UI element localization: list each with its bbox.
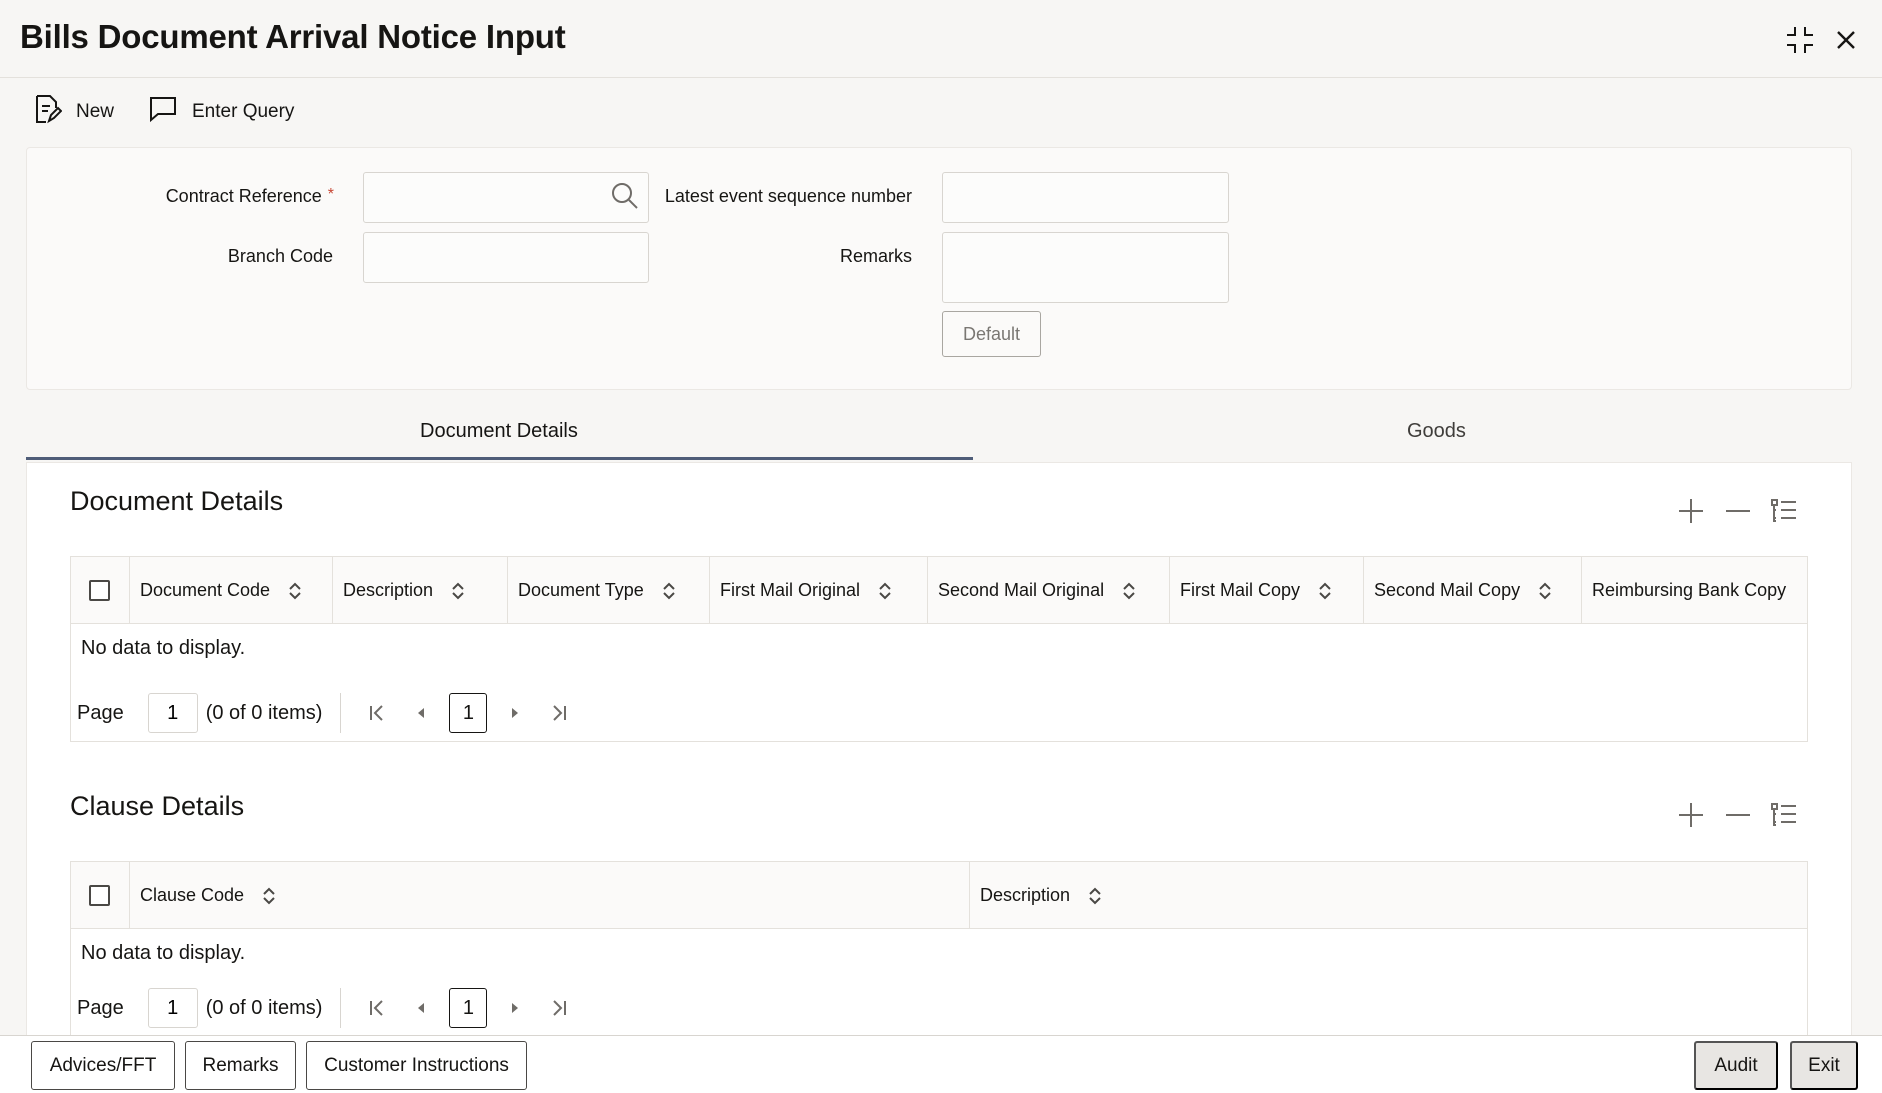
sort-icon[interactable]: [1088, 886, 1102, 906]
items-count: (0 of 0 items): [205, 996, 323, 1019]
sort-icon[interactable]: [1318, 581, 1332, 601]
contract-reference-input[interactable]: [363, 172, 649, 223]
collapse-icon[interactable]: [1782, 22, 1818, 58]
enter-query-button[interactable]: Enter Query: [148, 94, 294, 130]
column-header[interactable]: First Mail Copy: [1169, 557, 1363, 624]
tab-goods[interactable]: Goods: [1407, 420, 1466, 443]
tab-document-details[interactable]: Document Details: [420, 420, 578, 443]
select-all-checkbox[interactable]: [89, 885, 110, 906]
delete-row-icon[interactable]: [1719, 796, 1757, 834]
current-page-button[interactable]: 1: [449, 988, 488, 1028]
sort-icon[interactable]: [451, 581, 465, 601]
exit-button[interactable]: Exit: [1790, 1041, 1858, 1090]
sort-icon[interactable]: [662, 581, 676, 601]
column-header[interactable]: Document Code: [129, 557, 332, 624]
next-page-icon[interactable]: [499, 693, 531, 733]
new-document-icon: [34, 94, 63, 130]
branch-code-label: Branch Code: [227, 246, 333, 266]
new-button[interactable]: New: [34, 94, 114, 130]
remarks-label: Remarks: [839, 246, 912, 266]
contract-reference-label: Contract Reference *: [165, 186, 334, 206]
page-title: Bills Document Arrival Notice Input: [20, 18, 566, 55]
add-row-icon[interactable]: [1672, 796, 1710, 834]
comment-icon: [148, 95, 178, 129]
sort-icon[interactable]: [262, 886, 276, 906]
active-tab-indicator: [26, 457, 973, 460]
select-all-checkbox[interactable]: [89, 580, 110, 601]
column-header[interactable]: Second Mail Original: [927, 557, 1169, 624]
divider: [340, 988, 342, 1028]
current-page-button[interactable]: 1: [449, 693, 488, 733]
remarks-button[interactable]: Remarks: [185, 1041, 296, 1090]
audit-button[interactable]: Audit: [1694, 1041, 1778, 1090]
clause-details-grid: Clause Code Description No data to displ…: [70, 861, 1808, 1041]
no-data-message: No data to display.: [81, 942, 246, 964]
grid-header: Clause Code Description: [71, 862, 1807, 929]
last-page-icon[interactable]: [543, 693, 575, 733]
latest-event-seq-label: Latest event sequence number: [664, 186, 912, 206]
sort-icon[interactable]: [1122, 581, 1136, 601]
add-row-icon[interactable]: [1672, 492, 1710, 530]
form-panel: [26, 147, 1852, 390]
sort-icon[interactable]: [878, 581, 892, 601]
close-icon[interactable]: [1828, 22, 1864, 58]
latest-event-seq-input[interactable]: [942, 172, 1229, 223]
required-marker: *: [327, 186, 334, 203]
default-button[interactable]: Default: [942, 311, 1041, 357]
pagination: Page (0 of 0 items) 1: [77, 988, 587, 1028]
previous-page-icon[interactable]: [405, 988, 437, 1028]
enter-query-label: Enter Query: [192, 101, 295, 122]
column-header[interactable]: Reimbursing Bank Copy: [1581, 557, 1807, 624]
column-header[interactable]: Clause Code: [129, 862, 969, 929]
first-page-icon[interactable]: [361, 693, 393, 733]
customer-instructions-button[interactable]: Customer Instructions: [306, 1041, 527, 1090]
grid-header: Document Code Description Document Type …: [71, 557, 1807, 624]
column-header[interactable]: Second Mail Copy: [1363, 557, 1581, 624]
sort-icon[interactable]: [1538, 581, 1552, 601]
document-details-grid: Document Code Description Document Type …: [70, 556, 1808, 742]
pagination: Page (0 of 0 items) 1: [77, 693, 587, 733]
list-view-icon[interactable]: [1765, 492, 1803, 530]
divider: [340, 693, 342, 733]
last-page-icon[interactable]: [543, 988, 575, 1028]
advices-fft-button[interactable]: Advices/FFT: [31, 1041, 175, 1090]
sort-icon[interactable]: [288, 581, 302, 601]
page-number-input[interactable]: [147, 988, 198, 1028]
remarks-textarea[interactable]: [942, 232, 1229, 303]
column-header[interactable]: Document Type: [507, 557, 709, 624]
list-view-icon[interactable]: [1765, 796, 1803, 834]
new-label: New: [76, 101, 115, 122]
first-page-icon[interactable]: [361, 988, 393, 1028]
next-page-icon[interactable]: [499, 988, 531, 1028]
column-header[interactable]: First Mail Original: [709, 557, 927, 624]
previous-page-icon[interactable]: [405, 693, 437, 733]
column-header[interactable]: Description: [969, 862, 1807, 929]
document-details-title: Document Details: [70, 486, 284, 516]
page-label: Page: [77, 996, 124, 1019]
items-count: (0 of 0 items): [205, 701, 323, 724]
delete-row-icon[interactable]: [1719, 492, 1757, 530]
clause-details-title: Clause Details: [70, 791, 245, 821]
page-label: Page: [77, 701, 124, 724]
column-header[interactable]: Description: [332, 557, 507, 624]
page-number-input[interactable]: [147, 693, 198, 733]
no-data-message: No data to display.: [81, 637, 246, 659]
search-icon[interactable]: [610, 181, 640, 216]
branch-code-input[interactable]: [363, 232, 649, 283]
